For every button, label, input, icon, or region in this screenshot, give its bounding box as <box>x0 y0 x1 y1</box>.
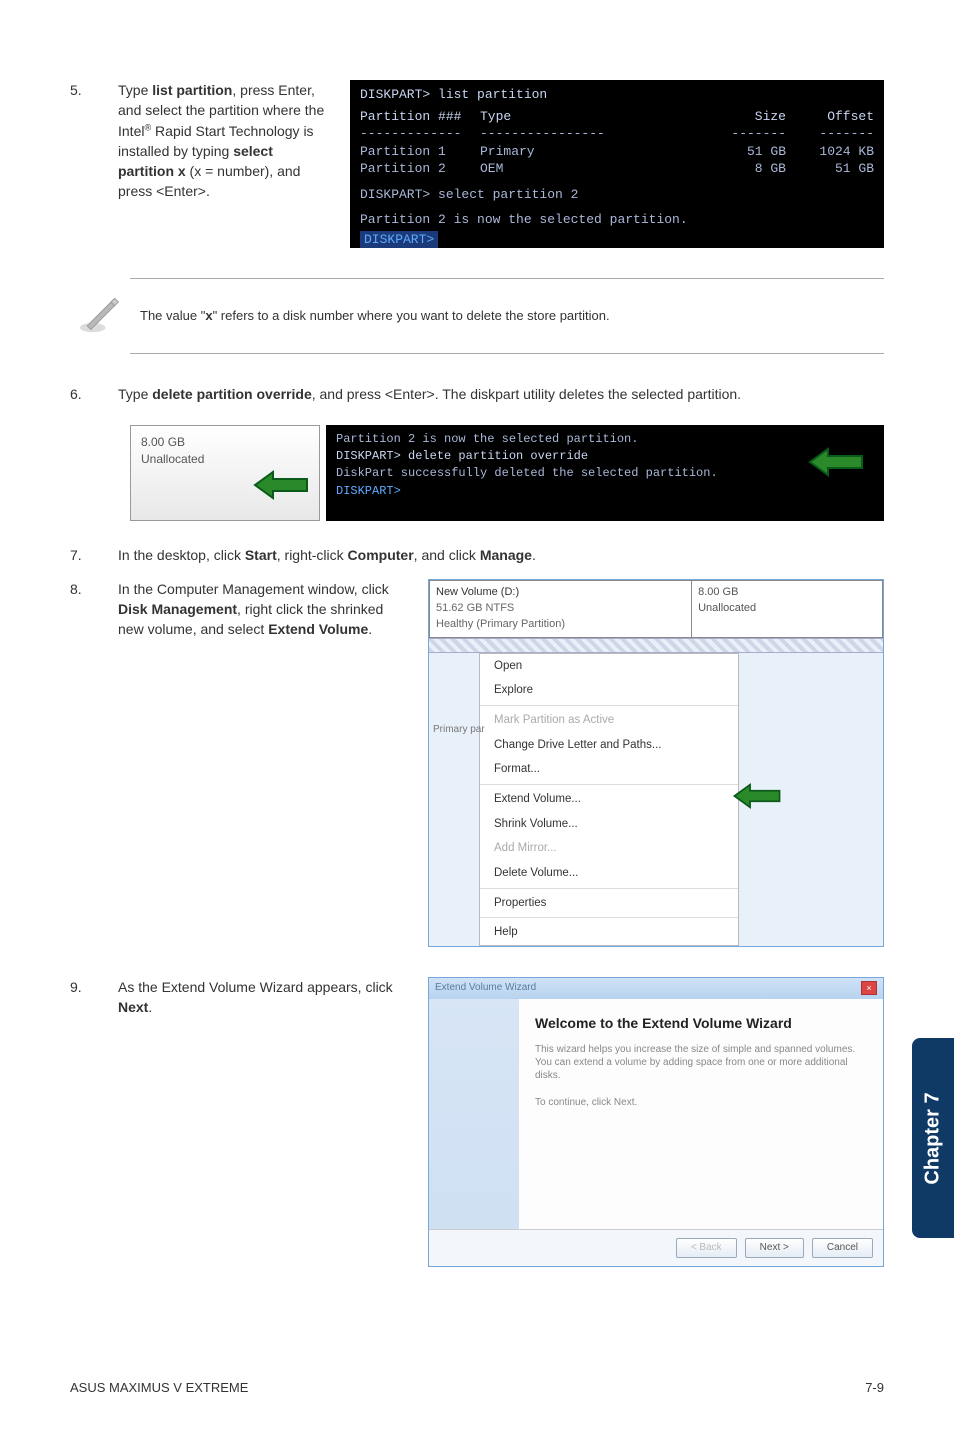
wizard-sidebar <box>429 999 519 1229</box>
extend-volume-wizard: Extend Volume Wizard × Welcome to the Ex… <box>428 977 884 1267</box>
menu-change-letter[interactable]: Change Drive Letter and Paths... <box>480 733 738 758</box>
menu-extend-volume[interactable]: Extend Volume... <box>480 787 738 812</box>
pencil-icon <box>78 291 122 341</box>
wizard-title: Extend Volume Wizard <box>435 981 536 996</box>
footer-right: 7-9 <box>865 1379 884 1398</box>
menu-explore[interactable]: Explore <box>480 678 738 703</box>
step-6-text: Type delete partition override, and pres… <box>118 384 884 404</box>
step-8-text: In the Computer Management window, click… <box>118 579 410 640</box>
menu-add-mirror: Add Mirror... <box>480 836 738 861</box>
arrow-icon <box>253 470 309 505</box>
chapter-tab: Chapter 7 <box>912 1038 954 1238</box>
step-7-text: In the desktop, click Start, right-click… <box>118 545 884 565</box>
step-number: 7. <box>70 545 94 565</box>
volume-title: New Volume (D:) <box>436 585 685 601</box>
step-number: 5. <box>70 80 94 202</box>
arrow-icon <box>732 783 782 815</box>
step-number: 8. <box>70 579 94 640</box>
volume-size: 51.62 GB NTFS <box>436 601 685 617</box>
wizard-desc: This wizard helps you increase the size … <box>535 1043 867 1082</box>
close-icon[interactable]: × <box>861 981 877 995</box>
menu-shrink-volume[interactable]: Shrink Volume... <box>480 812 738 837</box>
next-button[interactable]: Next > <box>745 1238 804 1259</box>
arrow-icon <box>808 447 864 483</box>
disk-management-window: New Volume (D:) 51.62 GB NTFS Healthy (P… <box>428 579 884 947</box>
menu-open[interactable]: Open <box>480 654 738 679</box>
step-number: 9. <box>70 977 94 1018</box>
step-9-text: As the Extend Volume Wizard appears, cli… <box>118 977 410 1018</box>
back-button: < Back <box>676 1238 737 1259</box>
diskpart-console-2: Partition 2 is now the selected partitio… <box>326 425 884 521</box>
footer-left: ASUS MAXIMUS V EXTREME <box>70 1379 248 1398</box>
wizard-continue: To continue, click Next. <box>535 1096 867 1109</box>
menu-properties[interactable]: Properties <box>480 891 738 916</box>
wizard-heading: Welcome to the Extend Volume Wizard <box>535 1013 867 1033</box>
menu-mark-active: Mark Partition as Active <box>480 708 738 733</box>
volume-health: Healthy (Primary Partition) <box>436 617 685 633</box>
primary-partition-label: Primary par <box>433 723 485 738</box>
menu-delete-volume[interactable]: Delete Volume... <box>480 861 738 886</box>
unallocated-status: Unallocated <box>698 601 876 617</box>
unallocated-size: 8.00 GB <box>698 585 876 601</box>
disk-unallocated-box: 8.00 GB Unallocated <box>130 425 320 521</box>
cancel-button[interactable]: Cancel <box>812 1238 873 1259</box>
step-number: 6. <box>70 384 94 404</box>
context-menu[interactable]: Open Explore Mark Partition as Active Ch… <box>479 653 739 946</box>
diskpart-console-1: DISKPART> list partition Partition ### T… <box>350 80 884 248</box>
note-box: The value "x" refers to a disk number wh… <box>130 278 884 354</box>
menu-help[interactable]: Help <box>480 920 738 945</box>
step-5-text: Type list partition, press Enter, and se… <box>118 80 330 202</box>
menu-format[interactable]: Format... <box>480 757 738 782</box>
